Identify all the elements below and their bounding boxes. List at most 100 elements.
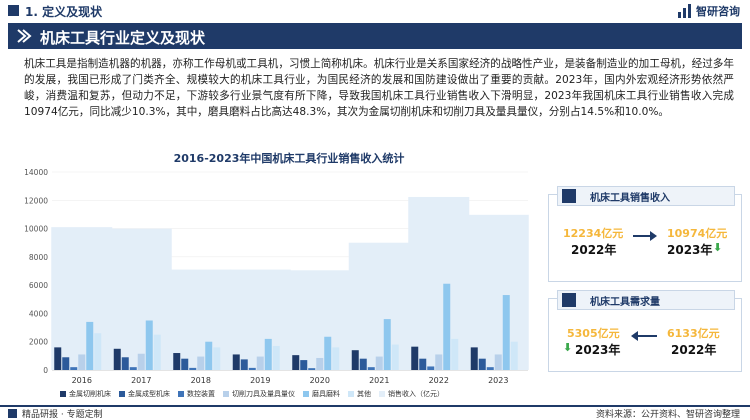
bar-0-2018	[173, 353, 181, 370]
legend-swatch	[60, 391, 66, 397]
curr-sales-value: 10974亿元	[667, 227, 728, 240]
trend-chart-icon	[562, 189, 576, 203]
card-title: 机床工具需求量	[590, 297, 660, 308]
bar-5-2023	[510, 341, 518, 370]
card-title: 机床工具销售收入	[590, 193, 670, 204]
x-tick-label: 2022	[429, 376, 449, 385]
legend-label: 数控装置	[187, 390, 215, 398]
y-tick-label: 0	[43, 366, 48, 375]
legend-item: 磨具磨料	[303, 389, 340, 399]
legend-swatch	[223, 391, 229, 397]
bar-1-2017	[121, 357, 129, 370]
bar-0-2016	[54, 347, 62, 370]
legend-swatch	[119, 391, 125, 397]
bar-3-2018	[197, 356, 205, 370]
bar-4-2022	[443, 283, 451, 370]
y-tick-label: 10000	[24, 225, 48, 234]
logo-text: 智研咨询	[696, 5, 740, 18]
bar-2-2019	[248, 367, 256, 370]
legend-swatch	[348, 391, 354, 397]
sales-revenue-card: 机床工具销售收入 12234亿元 2022年 10974亿元 2023年 ⬇	[548, 186, 742, 282]
banner-title: 机床工具行业定义及现状	[40, 29, 206, 47]
x-tick-label: 2021	[369, 376, 389, 385]
bar-3-2020	[316, 357, 324, 370]
bar-5-2022	[451, 338, 459, 370]
top-bar: 1. 定义及现状 智研咨询	[0, 0, 750, 22]
y-tick-label: 4000	[29, 309, 48, 318]
logo: 智研咨询	[678, 3, 740, 19]
bar-5-2018	[213, 347, 221, 370]
card-header: 机床工具销售收入	[557, 186, 735, 206]
bar-5-2019	[272, 345, 280, 370]
legend-item: 金属成型机床	[119, 389, 170, 399]
bar-3-2023	[494, 354, 502, 370]
legend-swatch	[379, 391, 385, 397]
footer: 精品研报 · 专题定制 资料来源：公开资料、智研咨询整理	[0, 405, 750, 420]
bar-0-2019	[232, 354, 240, 370]
bar-3-2017	[137, 353, 145, 370]
demand-2023-value: 5305亿元	[567, 327, 620, 340]
y-tick-label: 8000	[29, 253, 48, 262]
footer-source-text: 资料来源：公开资料、智研咨询整理	[595, 410, 740, 420]
bar-4-2019	[264, 338, 272, 370]
bar-chart-icon	[562, 293, 576, 307]
description-text: 机床工具是指制造机器的机器，亦称工作母机或工具机，习惯上简称机床。机床行业是关系…	[24, 58, 734, 119]
bar-4-2017	[145, 320, 153, 370]
bar-1-2020	[300, 360, 308, 370]
bar-0-2021	[351, 350, 359, 370]
y-tick-label: 6000	[29, 281, 48, 290]
legend-label: 切削刀具及量具量仪	[232, 390, 295, 398]
chart-legend: 金属切削机床 金属成型机床 数控装置 切削刀具及量具量仪 磨具磨料 其他 销售收入（亿元）	[60, 389, 540, 399]
footer-left-text: 精品研报 · 专题定制	[22, 410, 103, 420]
bar-1-2021	[359, 358, 367, 370]
x-tick-label: 2023	[488, 376, 508, 385]
logo-bars-icon	[678, 4, 692, 18]
demand-2022-value: 6133亿元	[667, 327, 720, 340]
bar-2-2023	[486, 367, 494, 370]
bar-1-2016	[62, 357, 70, 370]
left-arrow-icon	[633, 335, 657, 337]
bar-5-2021	[391, 344, 399, 370]
prev-sales-year: 2022年	[571, 243, 617, 257]
x-tick-label: 2017	[131, 376, 151, 385]
section-mark-icon	[8, 5, 19, 16]
bar-2-2021	[367, 367, 375, 370]
bar-1-2022	[419, 358, 427, 370]
y-tick-label: 2000	[29, 338, 48, 347]
x-tick-label: 2018	[191, 376, 211, 385]
bar-2-2022	[427, 366, 435, 370]
bar-total-2022	[408, 196, 470, 370]
bar-3-2022	[435, 354, 443, 370]
legend-item: 金属切削机床	[60, 389, 111, 399]
bar-total-2017	[110, 228, 172, 370]
bar-4-2016	[86, 321, 94, 370]
bar-4-2021	[383, 319, 391, 370]
legend-label: 磨具磨料	[312, 390, 340, 398]
x-tick-label: 2020	[310, 376, 330, 385]
right-arrow-icon	[633, 231, 657, 241]
legend-swatch	[178, 391, 184, 397]
prev-sales-value: 12234亿元	[563, 227, 624, 240]
bar-4-2020	[324, 336, 332, 370]
bar-0-2022	[411, 346, 419, 370]
bar-total-2023	[467, 214, 529, 370]
bar-total-2020	[289, 270, 351, 370]
bar-2-2017	[129, 367, 137, 370]
chevron-icon	[17, 29, 32, 43]
bar-4-2023	[502, 295, 510, 370]
sales-bar-chart: 0 2000 4000 6000 8000 10000 12000 14000 2016 2017…	[24, 168, 529, 385]
down-arrow-icon: ⬇	[563, 341, 573, 354]
bar-3-2021	[375, 356, 383, 370]
title-banner: 机床工具行业定义及现状	[8, 23, 742, 49]
demand-2023-year: 2023年	[575, 343, 621, 357]
bar-0-2017	[113, 348, 121, 370]
bar-3-2019	[256, 356, 264, 370]
bar-2-2018	[189, 367, 197, 370]
bar-4-2018	[205, 341, 213, 370]
bar-2-2016	[70, 367, 78, 370]
bar-0-2023	[470, 347, 478, 370]
legend-item: 销售收入（亿元）	[379, 389, 444, 399]
x-tick-label: 2016	[72, 376, 92, 385]
bar-5-2017	[153, 334, 161, 370]
section-title: 1. 定义及现状	[25, 5, 103, 19]
